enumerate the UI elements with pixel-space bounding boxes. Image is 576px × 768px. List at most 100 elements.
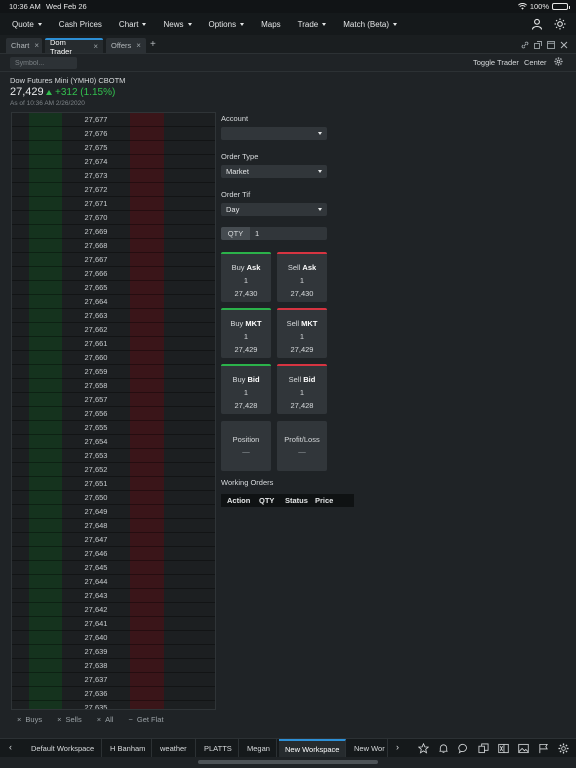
- flag-icon[interactable]: [538, 743, 549, 754]
- workspace-tab[interactable]: Default Workspace: [25, 739, 102, 757]
- ladder-row[interactable]: 27,659: [12, 365, 215, 379]
- ladder-row[interactable]: 27,676: [12, 127, 215, 141]
- ladder-row[interactable]: 27,639: [12, 645, 215, 659]
- cancel-all-button[interactable]: × All: [97, 715, 114, 724]
- price-ladder[interactable]: 27,677 27,676 27,675 27,674 27,673 27,672 27,6…: [11, 112, 216, 710]
- ladder-row[interactable]: 27,677: [12, 113, 215, 127]
- ladder-row[interactable]: 27,641: [12, 617, 215, 631]
- buy-ask-button[interactable]: Buy Ask 1 27,430: [221, 252, 271, 302]
- ladder-row[interactable]: 27,673: [12, 169, 215, 183]
- image-icon[interactable]: [518, 743, 529, 754]
- ladder-row[interactable]: 27,654: [12, 435, 215, 449]
- ladder-row[interactable]: 27,636: [12, 687, 215, 701]
- ladder-row[interactable]: 27,643: [12, 589, 215, 603]
- ladder-row[interactable]: 27,674: [12, 155, 215, 169]
- get-flat-button[interactable]: − Get Flat: [128, 715, 163, 724]
- menu-news[interactable]: News: [163, 20, 192, 29]
- chat-icon[interactable]: [458, 743, 469, 754]
- cancel-buys-button[interactable]: × Buys: [17, 715, 42, 724]
- ladder-row[interactable]: 27,658: [12, 379, 215, 393]
- ladder-row[interactable]: 27,660: [12, 351, 215, 365]
- settings-icon[interactable]: [558, 743, 569, 754]
- qty-field[interactable]: QTY 1: [221, 227, 327, 240]
- column-header[interactable]: Status: [279, 496, 309, 505]
- ladder-row[interactable]: 27,662: [12, 323, 215, 337]
- bell-icon[interactable]: [438, 743, 449, 754]
- workspace-tab[interactable]: New Wor: [348, 739, 388, 757]
- column-header[interactable]: QTY: [253, 496, 279, 505]
- ladder-row[interactable]: 27,647: [12, 533, 215, 547]
- ladder-row[interactable]: 27,656: [12, 407, 215, 421]
- ladder-row[interactable]: 27,650: [12, 491, 215, 505]
- cancel-sells-button[interactable]: × Sells: [57, 715, 82, 724]
- ladder-row[interactable]: 27,668: [12, 239, 215, 253]
- account-select[interactable]: [221, 127, 327, 140]
- ladder-row[interactable]: 27,661: [12, 337, 215, 351]
- workspace-tab[interactable]: PLATTS: [198, 739, 239, 757]
- ladder-row[interactable]: 27,671: [12, 197, 215, 211]
- qty-input[interactable]: 1: [250, 227, 327, 240]
- popout-icon[interactable]: [534, 41, 542, 49]
- close-icon[interactable]: ×: [34, 41, 39, 50]
- menu-maps[interactable]: Maps: [261, 20, 281, 29]
- sell-mkt-button[interactable]: Sell MKT 1 27,429: [277, 308, 327, 358]
- menu-trade[interactable]: Trade: [298, 20, 327, 29]
- gear-icon[interactable]: [554, 57, 563, 66]
- ladder-row[interactable]: 27,666: [12, 267, 215, 281]
- ladder-row[interactable]: 27,646: [12, 547, 215, 561]
- ladder-row[interactable]: 27,638: [12, 659, 215, 673]
- column-header[interactable]: Price: [309, 496, 339, 505]
- sell-ask-button[interactable]: Sell Ask 1 27,430: [277, 252, 327, 302]
- ladder-row[interactable]: 27,649: [12, 505, 215, 519]
- ladder-row[interactable]: 27,672: [12, 183, 215, 197]
- brightness-icon[interactable]: [554, 18, 566, 30]
- workspace-tab[interactable]: Megan: [241, 739, 277, 757]
- star-icon[interactable]: [418, 743, 429, 754]
- menu-chart[interactable]: Chart: [119, 20, 147, 29]
- toggle-trader-link[interactable]: Toggle Trader: [473, 58, 519, 67]
- ladder-row[interactable]: 27,635: [12, 701, 215, 709]
- add-tab-icon[interactable]: +: [150, 39, 156, 50]
- ladder-row[interactable]: 27,655: [12, 421, 215, 435]
- chevron-right-icon[interactable]: ›: [396, 742, 399, 752]
- close-icon[interactable]: ×: [136, 41, 141, 50]
- tab-offers[interactable]: Offers ×: [106, 38, 146, 53]
- ladder-row[interactable]: 27,642: [12, 603, 215, 617]
- close-icon[interactable]: ×: [93, 42, 98, 51]
- ladder-row[interactable]: 27,637: [12, 673, 215, 687]
- ladder-row[interactable]: 27,667: [12, 253, 215, 267]
- tab-dom-trader[interactable]: Dom Trader ×: [45, 38, 103, 56]
- workspace-tab[interactable]: weather: [154, 739, 196, 757]
- menu-cash-prices[interactable]: Cash Prices: [59, 20, 102, 29]
- close-panel-icon[interactable]: [560, 41, 568, 49]
- menu-match-beta[interactable]: Match (Beta): [343, 20, 398, 29]
- ladder-row[interactable]: 27,651: [12, 477, 215, 491]
- menu-options[interactable]: Options: [209, 20, 245, 29]
- ladder-row[interactable]: 27,652: [12, 463, 215, 477]
- ladder-row[interactable]: 27,657: [12, 393, 215, 407]
- ladder-row[interactable]: 27,664: [12, 295, 215, 309]
- sell-bid-button[interactable]: Sell Bid 1 27,428: [277, 364, 327, 414]
- link-icon[interactable]: [521, 41, 529, 49]
- ladder-row[interactable]: 27,665: [12, 281, 215, 295]
- excel-icon[interactable]: [498, 743, 509, 754]
- workspace-tab-active[interactable]: New Workspace: [279, 739, 346, 757]
- ladder-row[interactable]: 27,653: [12, 449, 215, 463]
- center-link[interactable]: Center: [524, 58, 547, 67]
- ladder-row[interactable]: 27,675: [12, 141, 215, 155]
- maximize-icon[interactable]: [547, 41, 555, 49]
- buy-bid-button[interactable]: Buy Bid 1 27,428: [221, 364, 271, 414]
- workspace-tab[interactable]: H Banham: [104, 739, 152, 757]
- ladder-row[interactable]: 27,644: [12, 575, 215, 589]
- ladder-row[interactable]: 27,670: [12, 211, 215, 225]
- ladder-row[interactable]: 27,648: [12, 519, 215, 533]
- menu-quote[interactable]: Quote: [12, 20, 42, 29]
- symbol-input[interactable]: [10, 57, 77, 69]
- ladder-row[interactable]: 27,645: [12, 561, 215, 575]
- chevron-left-icon[interactable]: ‹: [9, 742, 12, 752]
- ladder-row[interactable]: 27,669: [12, 225, 215, 239]
- ladder-row[interactable]: 27,640: [12, 631, 215, 645]
- column-header[interactable]: Action: [221, 496, 253, 505]
- copy-icon[interactable]: [478, 743, 489, 754]
- buy-mkt-button[interactable]: Buy MKT 1 27,429: [221, 308, 271, 358]
